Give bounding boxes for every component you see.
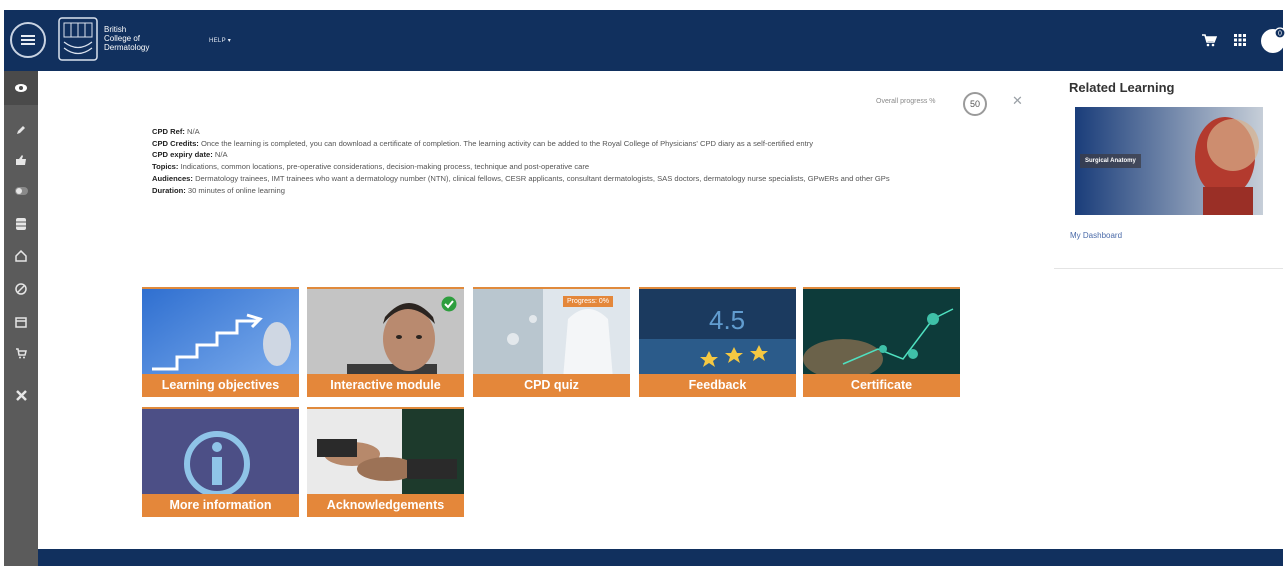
overall-progress-label: Overall progress % [876,98,936,105]
tile-feedback[interactable]: 4.5 Feedback [639,287,796,397]
brand-line: British [104,25,127,34]
tile-cpd-quiz[interactable]: Progress: 0% CPD quiz [473,287,630,397]
tile-label: Certificate [803,374,960,397]
my-dashboard-link[interactable]: My Dashboard [1070,231,1122,240]
user-avatar-icon[interactable]: 0 [1259,26,1287,54]
cpd-ref-label: CPD Ref: [152,127,185,136]
avatar-badge: 0 [1278,31,1282,38]
cart-icon[interactable] [12,344,30,362]
college-logo[interactable] [56,15,100,65]
eye-icon[interactable] [12,79,30,97]
tile-more-information[interactable]: More information [142,407,299,517]
thumbs-up-icon[interactable] [12,151,30,169]
cpd-ref-value: N/A [187,127,200,136]
toggle-icon[interactable] [12,182,30,200]
close-icon[interactable]: ✕ [1012,93,1023,109]
tile-acknowledgements[interactable]: Acknowledgements [307,407,464,517]
calendar-icon[interactable] [12,313,30,331]
related-learning-card[interactable]: Surgical Anatomy [1075,107,1263,215]
duration-value: 30 minutes of online learning [187,185,285,195]
cpd-expiry-value: N/A [214,150,228,160]
cpd-credits-label: CPD Credits: [152,138,199,148]
tile-label: Learning objectives [142,374,299,397]
tile-label: Feedback [639,374,796,397]
svg-text:4.5: 4.5 [709,305,745,335]
cpd-expiry-label: CPD expiry date: [152,150,213,160]
brand-line: College of [104,34,141,43]
apps-grid-icon[interactable] [1232,32,1248,48]
menu-icon[interactable] [10,22,46,58]
brand-line: Dermatology [104,43,150,52]
related-card-label: Surgical Anatomy [1080,154,1141,168]
overall-progress-indicator: 50 [963,92,987,116]
cpd-ref-row: CPD Ref: N/A [152,126,962,138]
cpd-expiry-row: CPD expiry date: N/A [152,149,962,161]
pencil-icon[interactable] [12,121,30,139]
related-learning-title: Related Learning [1069,80,1175,95]
home-icon[interactable] [12,247,30,265]
help-menu[interactable]: HELP ▾ [209,37,231,44]
tile-interactive-module[interactable]: Interactive module [307,287,464,397]
tools-icon[interactable] [12,386,30,404]
audiences-label: Audiences: [152,173,193,183]
tile-label: Interactive module [307,374,464,397]
tile-label: CPD quiz [473,374,630,397]
tile-label: Acknowledgements [307,494,464,517]
tile-label: More information [142,494,299,517]
compass-icon[interactable] [12,280,30,298]
course-details: CPD Ref: N/A CPD Credits: Once the learn… [152,126,962,196]
top-navigation-bar: British College of Dermatology HELP ▾ 0 [4,10,1286,71]
completed-check-icon [441,296,457,312]
cpd-credits-value: Once the learning is completed, you can … [200,138,814,148]
app-screen: British College of Dermatology HELP ▾ 0 [0,0,1287,566]
duration-label: Duration: [152,185,186,195]
quiz-progress-badge: Progress: 0% [563,296,614,307]
duration-row: Duration: 30 minutes of online learning [152,185,962,197]
topics-value: Indications, common locations, pre-opera… [180,162,590,172]
database-icon[interactable] [12,215,30,233]
cart-icon[interactable] [1201,32,1217,48]
tile-learning-objectives[interactable]: Learning objectives [142,287,299,397]
cpd-credits-row: CPD Credits: Once the learning is comple… [152,138,962,150]
footer-bar [38,549,1283,566]
audiences-row: Audiences: Dermatology trainees, IMT tra… [152,173,962,185]
topics-label: Topics: [152,162,179,172]
topics-row: Topics: Indications, common locations, p… [152,161,962,173]
panel-divider [1054,268,1283,269]
left-sidebar [4,71,38,566]
tile-certificate[interactable]: Certificate [803,287,960,397]
audiences-value: Dermatology trainees, IMT trainees who w… [195,173,890,183]
brand-name[interactable]: British College of Dermatology [104,25,149,52]
